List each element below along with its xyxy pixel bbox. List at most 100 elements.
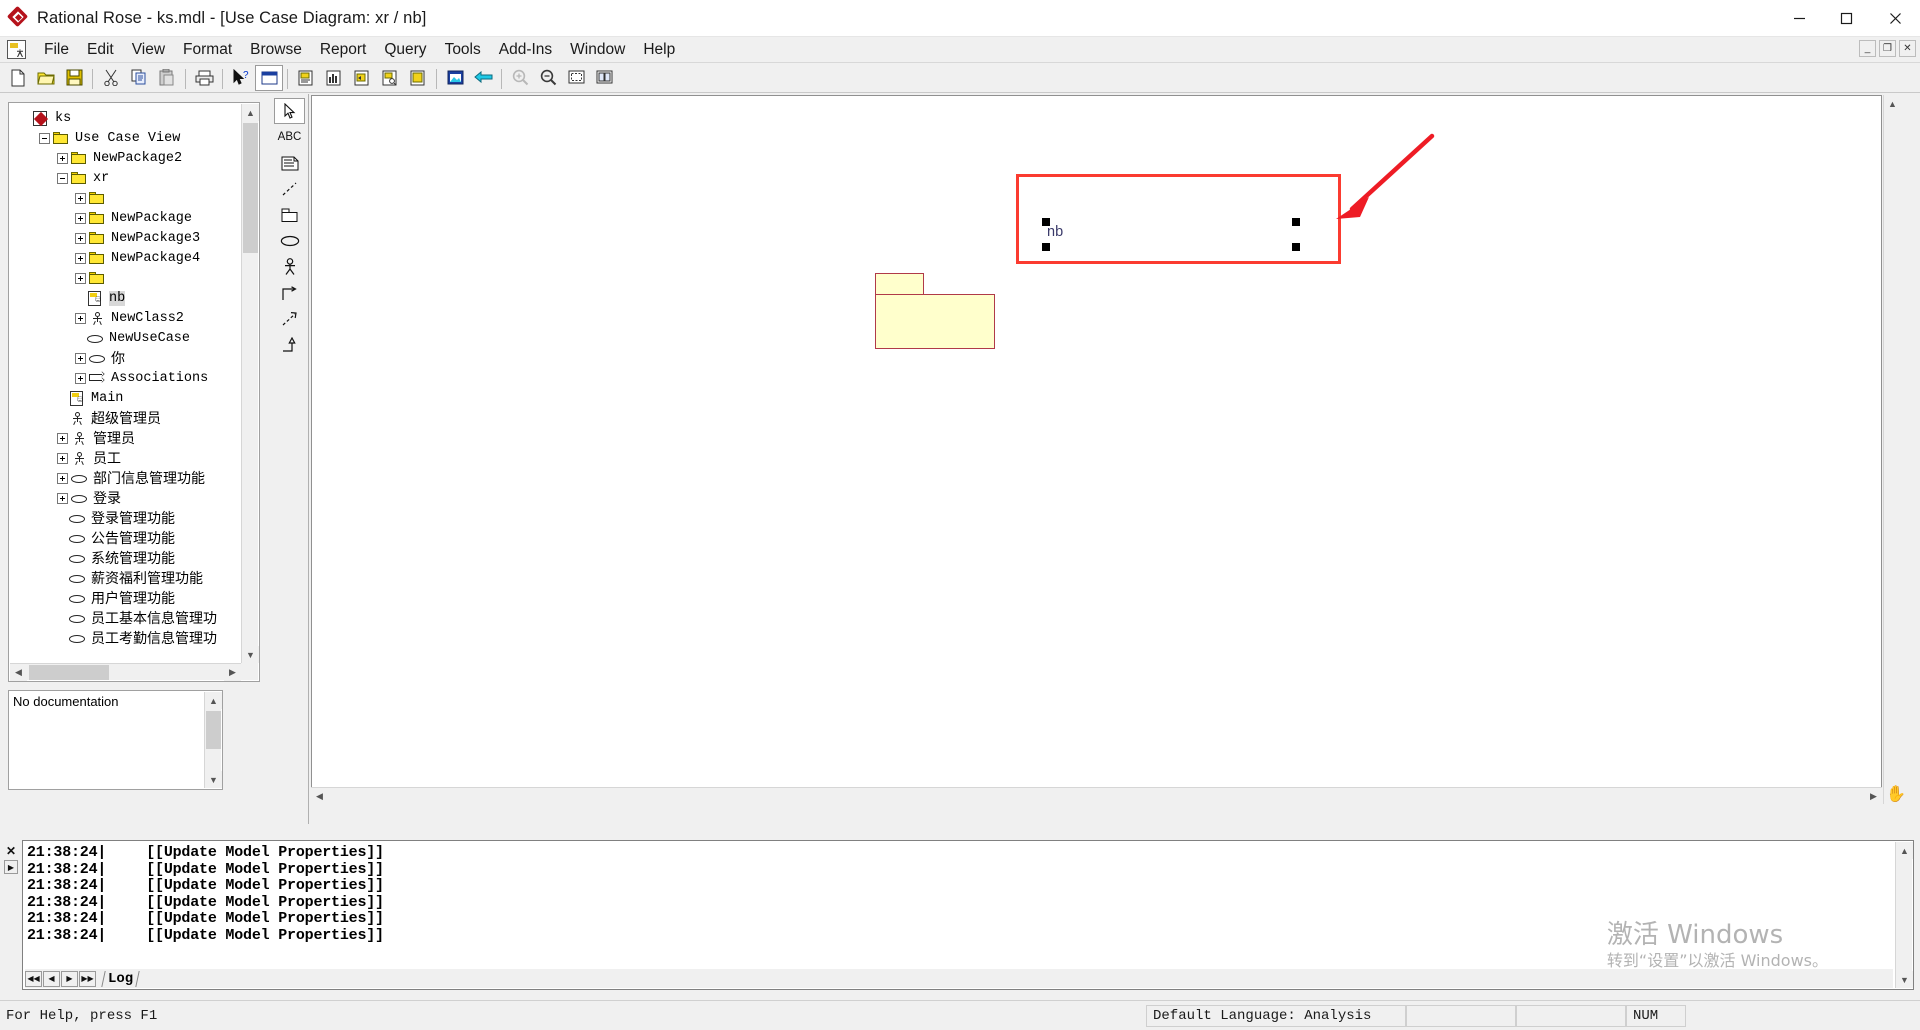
tree-node[interactable]: 员工考勤信息管理功	[13, 628, 241, 648]
tree-node[interactable]: 超级管理员	[13, 408, 241, 428]
zoom-in-icon[interactable]	[506, 65, 534, 91]
tree-node[interactable]: 用户管理功能	[13, 588, 241, 608]
tree-expand-toggle[interactable]	[75, 232, 86, 244]
log-close-icon[interactable]: ✕	[4, 844, 18, 858]
log-scroll-up-arrow[interactable]: ▲	[1896, 842, 1913, 859]
tree-node[interactable]	[13, 188, 241, 208]
tree-node[interactable]: 员工	[13, 448, 241, 468]
canvas-scroll-right-arrow[interactable]: ▶	[1865, 788, 1882, 805]
tree-node[interactable]: xr	[13, 168, 241, 188]
menu-item-browse[interactable]: Browse	[241, 39, 311, 61]
generalization-tool[interactable]	[274, 332, 305, 358]
menu-item-report[interactable]: Report	[311, 39, 376, 61]
tree-node[interactable]: ☺ Main	[13, 388, 241, 408]
tree-expand-toggle[interactable]	[75, 192, 86, 204]
fit-in-window-icon[interactable]	[441, 65, 469, 91]
mdi-minimize-button[interactable]: _	[1859, 40, 1876, 57]
save-icon[interactable]	[60, 65, 88, 91]
tree-node[interactable]	[13, 268, 241, 288]
close-button[interactable]	[1870, 0, 1920, 37]
show-hidden-icon[interactable]	[562, 65, 590, 91]
browse-parent-icon[interactable]	[292, 65, 320, 91]
tree-node[interactable]: 员工基本信息管理功	[13, 608, 241, 628]
tree-expand-toggle[interactable]	[75, 212, 86, 224]
tree-node[interactable]: NewPackage3	[13, 228, 241, 248]
menu-item-tools[interactable]: Tools	[436, 39, 490, 61]
log-prev-button[interactable]: ◀	[43, 970, 60, 987]
documentation-scroll-up-arrow[interactable]: ▲	[205, 692, 222, 709]
tree-scroll-right-arrow[interactable]: ▶	[224, 664, 241, 681]
context-help-icon[interactable]: ?	[227, 65, 255, 91]
tree-node[interactable]: Associations	[13, 368, 241, 388]
tree-node[interactable]: NewPackage2	[13, 148, 241, 168]
log-next-button[interactable]: ▶	[61, 970, 78, 987]
mdi-close-button[interactable]: ✕	[1899, 40, 1916, 57]
open-icon[interactable]	[32, 65, 60, 91]
menu-item-help[interactable]: Help	[634, 39, 684, 61]
tree-node[interactable]: NewClass2	[13, 308, 241, 328]
tree-node[interactable]: NewPackage4	[13, 248, 241, 268]
log-close-control[interactable]: ✕ ▶	[4, 844, 20, 874]
browse-class-diagram-icon[interactable]	[255, 64, 283, 91]
anchor-note-to-item-tool[interactable]	[274, 176, 305, 202]
use-case-tool[interactable]	[274, 228, 305, 254]
maximize-button[interactable]	[1823, 0, 1870, 37]
use-case-diagram-canvas[interactable]: nb	[311, 95, 1882, 795]
browse-specification-icon[interactable]	[376, 65, 404, 91]
tree-vertical-scroll-thumb[interactable]	[243, 123, 258, 253]
tree-expand-toggle[interactable]	[57, 452, 68, 464]
canvas-horizontal-scrollbar[interactable]: ◀ ▶	[311, 787, 1882, 805]
tree-node[interactable]: 登录管理功能	[13, 508, 241, 528]
canvas-scroll-left-arrow[interactable]: ◀	[311, 788, 328, 805]
tree-node[interactable]: NewUseCase	[13, 328, 241, 348]
print-icon[interactable]	[190, 65, 218, 91]
tree-expand-toggle[interactable]	[57, 472, 68, 484]
tree-expand-toggle[interactable]	[57, 492, 68, 504]
selection-arrow-tool[interactable]	[274, 98, 305, 124]
cut-icon[interactable]	[97, 65, 125, 91]
log-tab[interactable]: Log	[101, 970, 140, 987]
actor-tool[interactable]	[274, 254, 305, 280]
log-first-button[interactable]: ◀◀	[25, 970, 42, 987]
note-tool[interactable]	[274, 150, 305, 176]
tree-expand-toggle[interactable]	[75, 352, 86, 364]
tree-node[interactable]: 管理员	[13, 428, 241, 448]
tree-node[interactable]: 公告管理功能	[13, 528, 241, 548]
tree-scroll-left-arrow[interactable]: ◀	[10, 664, 27, 681]
undo-fit-icon[interactable]	[469, 65, 497, 91]
paste-icon[interactable]	[153, 65, 181, 91]
menu-item-format[interactable]: Format	[174, 39, 241, 61]
tree-node[interactable]: 系统管理功能	[13, 548, 241, 568]
log-vertical-scrollbar[interactable]: ▲ ▼	[1895, 842, 1913, 988]
documentation-panel[interactable]: No documentation ▲ ▼	[8, 690, 223, 790]
browse-use-case-diagram-icon[interactable]	[404, 65, 432, 91]
menu-item-window[interactable]: Window	[561, 39, 634, 61]
tree-node[interactable]: NewPackage	[13, 208, 241, 228]
package-tool[interactable]	[274, 202, 305, 228]
tree-expand-toggle[interactable]	[57, 432, 68, 444]
log-expand-icon[interactable]: ▶	[4, 860, 18, 874]
tree-node[interactable]: 部门信息管理功能	[13, 468, 241, 488]
documentation-scroll-down-arrow[interactable]: ▼	[205, 771, 222, 788]
dependency-tool[interactable]	[274, 306, 305, 332]
log-scroll-down-arrow[interactable]: ▼	[1896, 971, 1913, 988]
selection-handle-bottom-right[interactable]	[1292, 243, 1300, 251]
tree-node[interactable]: 登录	[13, 488, 241, 508]
tree-horizontal-scrollbar[interactable]: ◀ ▶	[10, 663, 241, 681]
documentation-vertical-scrollbar[interactable]: ▲ ▼	[204, 692, 222, 788]
print-preview-icon[interactable]	[590, 65, 618, 91]
browse-previous-diagram-icon[interactable]	[320, 65, 348, 91]
documentation-scroll-thumb[interactable]	[206, 711, 221, 749]
copy-icon[interactable]	[125, 65, 153, 91]
tree-expand-toggle[interactable]	[75, 272, 86, 284]
menu-item-query[interactable]: Query	[375, 39, 435, 61]
tree-scroll-down-arrow[interactable]: ▼	[242, 646, 259, 663]
tree-node[interactable]: 薪资福利管理功能	[13, 568, 241, 588]
tree-horizontal-scroll-thumb[interactable]	[29, 665, 109, 680]
canvas-vertical-scrollbar[interactable]: ▲ ▼	[1883, 95, 1901, 804]
log-last-button[interactable]: ▶▶	[79, 970, 96, 987]
tree-collapse-toggle[interactable]	[57, 172, 68, 184]
menu-item-add-ins[interactable]: Add-Ins	[490, 39, 561, 61]
tree-vertical-scrollbar[interactable]: ▲ ▼	[241, 104, 259, 663]
menu-item-view[interactable]: View	[123, 39, 174, 61]
